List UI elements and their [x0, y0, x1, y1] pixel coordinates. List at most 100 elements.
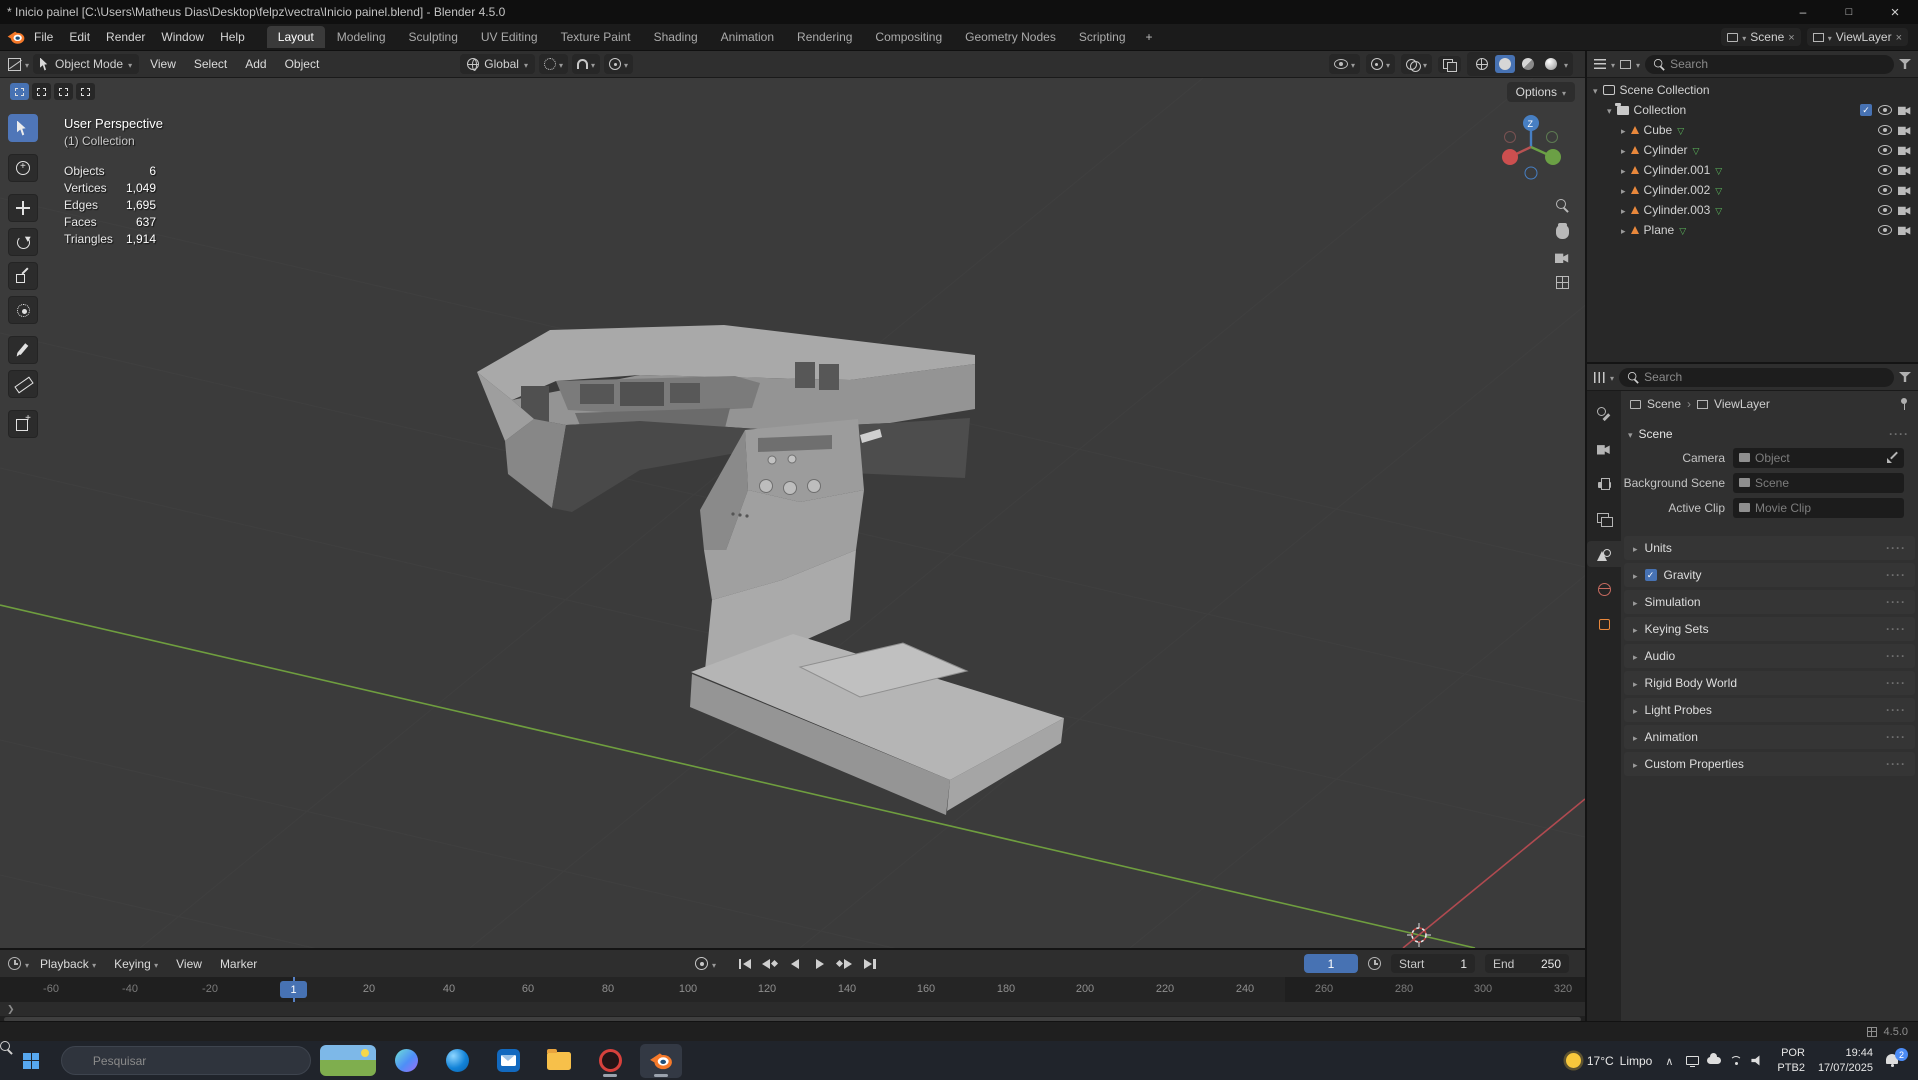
- viewlayer-selector[interactable]: ViewLayer: [1806, 28, 1908, 46]
- render-visibility-camera-icon[interactable]: [1898, 126, 1911, 135]
- panel-rigid-body-world[interactable]: Rigid Body World: [1624, 671, 1915, 695]
- display-icon[interactable]: [1686, 1056, 1700, 1067]
- options-dropdown[interactable]: Options: [1506, 81, 1575, 102]
- remove-viewlayer-icon[interactable]: [1896, 30, 1902, 44]
- clock[interactable]: 19:44 17/07/2025: [1818, 1046, 1873, 1075]
- volume-icon[interactable]: [1751, 1055, 1760, 1066]
- snap-toggle[interactable]: [572, 54, 601, 74]
- tab-scene-properties[interactable]: [1587, 541, 1621, 567]
- expand-icon[interactable]: [1621, 123, 1626, 137]
- menu-playback[interactable]: Playback: [33, 954, 103, 974]
- drag-dots-icon[interactable]: [1889, 427, 1909, 441]
- tab-sculpting[interactable]: Sculpting: [398, 26, 469, 48]
- jump-to-start-button[interactable]: [734, 954, 755, 973]
- tab-world-properties[interactable]: [1587, 576, 1621, 602]
- taskbar-edge[interactable]: [436, 1044, 478, 1078]
- previous-keyframe-button[interactable]: [759, 954, 780, 973]
- next-keyframe-button[interactable]: [834, 954, 855, 973]
- editor-type-3d-viewport-icon[interactable]: [8, 57, 21, 71]
- drag-dots-icon[interactable]: [1886, 541, 1906, 555]
- menu-add[interactable]: Add: [238, 54, 273, 74]
- pan-hand-icon[interactable]: [1556, 223, 1569, 239]
- add-workspace-button[interactable]: +: [1138, 28, 1161, 46]
- properties-search-input[interactable]: [1644, 370, 1886, 384]
- collapse-icon[interactable]: [1607, 103, 1612, 117]
- outliner-row-cylinder-003[interactable]: Cylinder.003: [1587, 200, 1918, 220]
- expand-icon[interactable]: [1621, 143, 1626, 157]
- outliner-search-input[interactable]: [1670, 57, 1886, 71]
- eyedropper-icon[interactable]: [1886, 451, 1898, 464]
- taskbar-outlook[interactable]: [487, 1044, 529, 1078]
- select-mode-extend-button[interactable]: [32, 83, 51, 100]
- orthographic-toggle-icon[interactable]: [1556, 276, 1569, 289]
- expand-icon[interactable]: [1621, 183, 1626, 197]
- gizmo-x-neg-axis[interactable]: [1504, 131, 1516, 143]
- jump-to-end-button[interactable]: [859, 954, 880, 973]
- drag-dots-icon[interactable]: [1886, 730, 1906, 744]
- active-clip-field[interactable]: Movie Clip: [1733, 497, 1904, 518]
- weather-widget[interactable]: 17°C Limpo: [1565, 1053, 1652, 1068]
- hide-eye-icon[interactable]: [1878, 205, 1892, 215]
- render-visibility-camera-icon[interactable]: [1898, 166, 1911, 175]
- gravity-checkbox[interactable]: [1644, 569, 1657, 581]
- outliner-row-cylinder[interactable]: Cylinder: [1587, 140, 1918, 160]
- outliner-search[interactable]: [1645, 54, 1894, 74]
- drag-dots-icon[interactable]: [1886, 649, 1906, 663]
- select-mode-set-button[interactable]: [10, 83, 29, 100]
- expand-icon[interactable]: [1621, 223, 1626, 237]
- tool-cursor[interactable]: [8, 154, 38, 182]
- background-scene-field[interactable]: Scene: [1733, 472, 1904, 493]
- display-mode-icon[interactable]: [1620, 59, 1632, 69]
- tab-texture-paint[interactable]: Texture Paint: [550, 26, 642, 48]
- expand-icon[interactable]: [1621, 163, 1626, 177]
- editor-type-properties-icon[interactable]: [1594, 371, 1605, 383]
- hide-eye-icon[interactable]: [1878, 105, 1892, 115]
- menu-keying[interactable]: Keying: [107, 954, 165, 974]
- menu-marker[interactable]: Marker: [213, 954, 264, 974]
- outliner-row-cube[interactable]: Cube: [1587, 120, 1918, 140]
- object-visibility-dropdown[interactable]: [1328, 54, 1360, 74]
- shading-material-button[interactable]: [1518, 55, 1538, 73]
- outliner-row-cylinder-002[interactable]: Cylinder.002: [1587, 180, 1918, 200]
- panel-units[interactable]: Units: [1624, 536, 1915, 560]
- tab-uv-editing[interactable]: UV Editing: [470, 26, 549, 48]
- taskbar-copilot[interactable]: [385, 1044, 427, 1078]
- end-frame-field[interactable]: End 250: [1485, 954, 1569, 973]
- drag-dots-icon[interactable]: [1886, 622, 1906, 636]
- tool-move[interactable]: [8, 194, 38, 222]
- gizmo-y-neg-axis[interactable]: [1546, 131, 1558, 143]
- drag-dots-icon[interactable]: [1886, 703, 1906, 717]
- breadcrumb-scene[interactable]: Scene: [1647, 397, 1681, 411]
- 3d-viewport[interactable]: Options User Perspective (1) Collection …: [0, 78, 1585, 948]
- car-dashboard-model[interactable]: [477, 325, 1064, 815]
- gizmo-y-axis[interactable]: [1545, 149, 1561, 165]
- maximize-button[interactable]: [1826, 0, 1872, 24]
- tool-select-box[interactable]: [8, 114, 38, 142]
- properties-search[interactable]: [1619, 367, 1894, 387]
- notification-center[interactable]: 2: [1886, 1048, 1908, 1068]
- render-visibility-camera-icon[interactable]: [1898, 106, 1911, 115]
- outliner-row-cylinder-001[interactable]: Cylinder.001: [1587, 160, 1918, 180]
- close-button[interactable]: [1872, 0, 1918, 24]
- drag-dots-icon[interactable]: [1886, 595, 1906, 609]
- auto-keying-icon[interactable]: [695, 957, 708, 970]
- collapse-icon[interactable]: [1593, 83, 1598, 97]
- menu-select[interactable]: Select: [187, 54, 234, 74]
- drag-dots-icon[interactable]: [1886, 757, 1906, 771]
- expand-icon[interactable]: [1621, 203, 1626, 217]
- panel-gravity[interactable]: Gravity: [1624, 563, 1915, 587]
- drag-dots-icon[interactable]: [1886, 568, 1906, 582]
- outliner-row-plane[interactable]: Plane: [1587, 220, 1918, 240]
- panel-animation[interactable]: Animation: [1624, 725, 1915, 749]
- scene-selector[interactable]: Scene: [1721, 28, 1801, 46]
- tab-tool-properties[interactable]: [1587, 401, 1621, 427]
- play-reverse-button[interactable]: [784, 954, 805, 973]
- tool-measure[interactable]: [8, 370, 38, 398]
- hide-eye-icon[interactable]: [1878, 145, 1892, 155]
- panel-simulation[interactable]: Simulation: [1624, 590, 1915, 614]
- blender-logo-icon[interactable]: [6, 30, 26, 45]
- menu-window[interactable]: Window: [153, 27, 212, 47]
- taskbar-search[interactable]: [61, 1046, 311, 1075]
- mode-dropdown[interactable]: Object Mode: [33, 54, 140, 74]
- tool-annotate[interactable]: [8, 336, 38, 364]
